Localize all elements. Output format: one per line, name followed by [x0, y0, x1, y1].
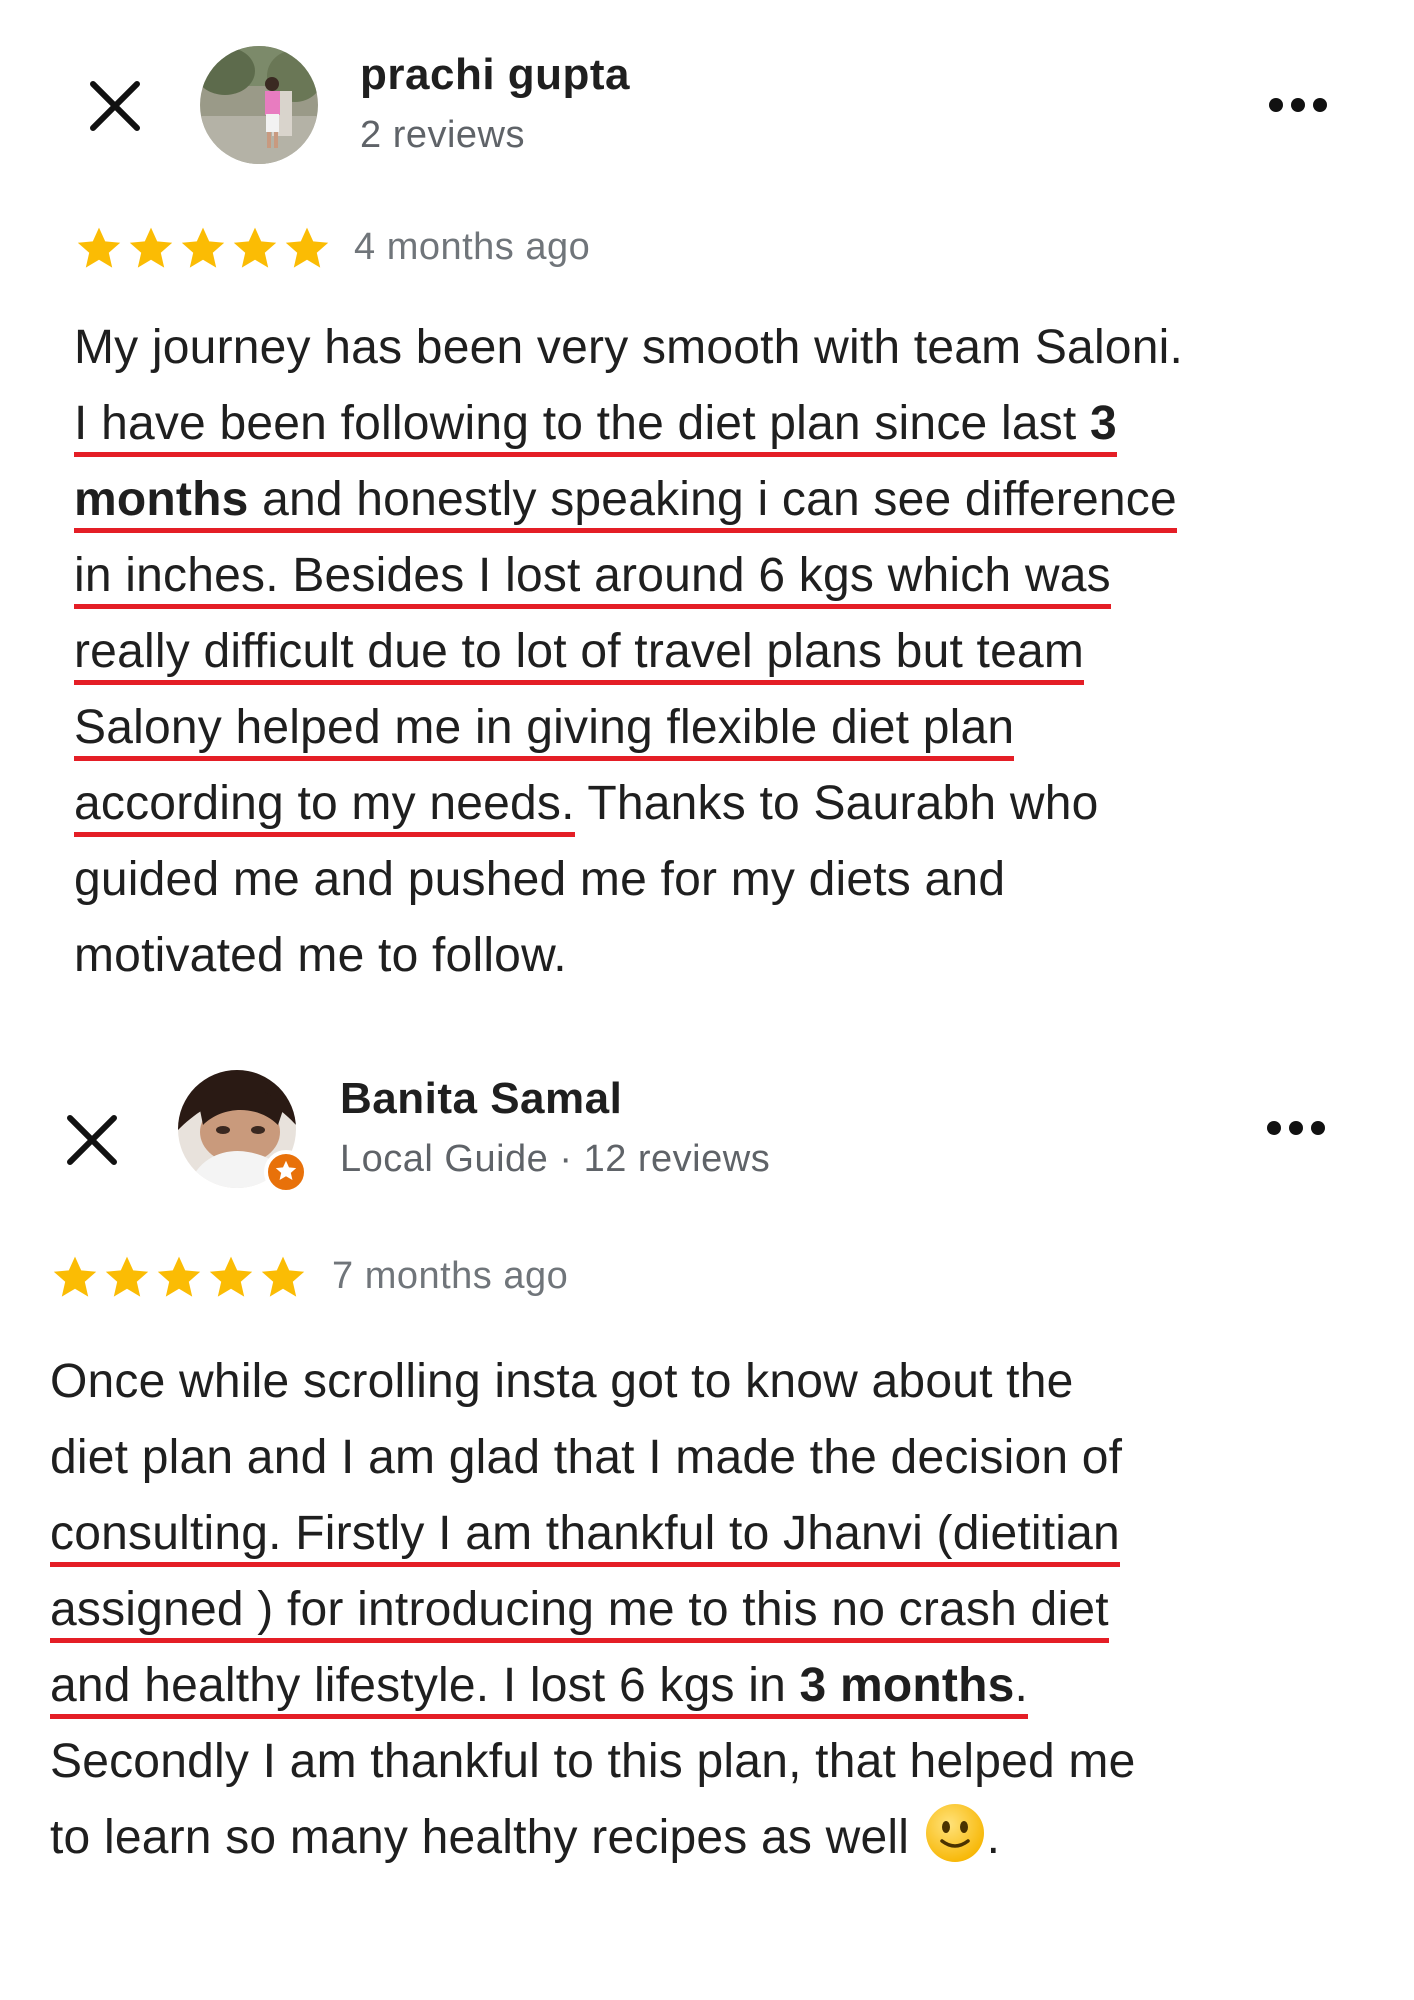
review-card: Banita Samal Local Guide · 12 reviews 7 … — [0, 1010, 1414, 2000]
review-text-line: diet plan and I am glad that I made the … — [50, 1420, 1136, 1496]
text-segment: Thanks to Saurabh who — [574, 777, 1099, 830]
avatar[interactable] — [200, 46, 318, 164]
review-text-line: consulting. Firstly I am thankful to Jha… — [50, 1496, 1136, 1572]
review-text-line: Once while scrolling insta got to know a… — [50, 1344, 1136, 1420]
star-icon — [261, 1256, 305, 1297]
review-card: prachi gupta 2 reviews 4 months ago My j… — [0, 0, 1414, 1010]
text-segment: Secondly I am thankful to this plan, tha… — [50, 1735, 1136, 1788]
reviewer-review-count[interactable]: Local Guide · 12 reviews — [340, 1138, 770, 1181]
star-icon — [209, 1256, 253, 1297]
star-icon — [53, 1256, 97, 1297]
text-segment: to learn so many healthy recipes as well — [50, 1811, 923, 1864]
text-segment: and healthy lifestyle. I lost 6 kgs in — [50, 1659, 800, 1712]
bold-text: months — [74, 473, 249, 526]
text-segment: diet plan and I am glad that I made the … — [50, 1431, 1123, 1484]
highlighted-text: assigned ) for introducing me to this no… — [50, 1583, 1109, 1643]
review-text-line: Secondly I am thankful to this plan, tha… — [50, 1724, 1136, 1800]
text-segment: . — [986, 1811, 1001, 1864]
star-icon — [233, 227, 277, 268]
text-segment: motivated me to follow. — [74, 929, 567, 982]
text-segment: My journey has been very smooth with tea… — [74, 321, 1183, 374]
review-date: 4 months ago — [354, 226, 591, 268]
review-text-line: months and honestly speaking i can see d… — [74, 462, 1183, 538]
star-icon — [285, 227, 329, 268]
highlighted-text: according to my needs. — [74, 777, 575, 837]
highlighted-text: months and honestly speaking i can see d… — [74, 473, 1177, 533]
reviewer-name[interactable]: Banita Samal — [340, 1074, 622, 1124]
star-icon — [129, 227, 173, 268]
star-icon — [105, 1256, 149, 1297]
highlighted-text: Salony helped me in giving flexible diet… — [74, 701, 1015, 761]
reviewer-name[interactable]: prachi gupta — [360, 50, 630, 100]
close-icon[interactable] — [62, 1110, 122, 1170]
review-text-line: guided me and pushed me for my diets and — [74, 842, 1183, 918]
review-text-line: Salony helped me in giving flexible diet… — [74, 690, 1183, 766]
more-options-icon[interactable] — [1264, 1113, 1328, 1143]
review-text-line: motivated me to follow. — [74, 918, 1183, 994]
close-icon[interactable] — [85, 76, 145, 136]
star-icon — [77, 227, 121, 268]
highlighted-text: in inches. Besides I lost around 6 kgs w… — [74, 549, 1111, 609]
review-text-line: really difficult due to lot of travel pl… — [74, 614, 1183, 690]
review-date: 7 months ago — [332, 1255, 569, 1297]
highlighted-text: really difficult due to lot of travel pl… — [74, 625, 1085, 685]
local-guide-badge-icon — [264, 1150, 308, 1194]
slightly-smiling-face-emoji — [923, 1801, 987, 1865]
review-text-line: to learn so many healthy recipes as well… — [50, 1800, 1136, 1876]
highlighted-text: I have been following to the diet plan s… — [74, 397, 1117, 457]
star-rating — [50, 1253, 308, 1301]
review-text-line: according to my needs. Thanks to Saurabh… — [74, 766, 1183, 842]
text-segment: and honestly speaking i can see differen… — [248, 473, 1177, 526]
text-segment: Once while scrolling insta got to know a… — [50, 1355, 1074, 1408]
avatar[interactable] — [178, 1070, 308, 1194]
highlighted-text: and healthy lifestyle. I lost 6 kgs in 3… — [50, 1659, 1029, 1719]
text-segment: . — [1014, 1659, 1029, 1712]
highlighted-text: consulting. Firstly I am thankful to Jha… — [50, 1507, 1120, 1567]
star-icon — [181, 227, 225, 268]
review-text-line: and healthy lifestyle. I lost 6 kgs in 3… — [50, 1648, 1136, 1724]
reviewer-photo — [200, 46, 318, 164]
star-icon — [157, 1256, 201, 1297]
bold-text: 3 — [1089, 397, 1117, 450]
review-text-line: I have been following to the diet plan s… — [74, 386, 1183, 462]
star-rating — [74, 224, 332, 272]
bold-text: 3 months — [799, 1659, 1015, 1712]
text-segment: I have been following to the diet plan s… — [74, 397, 1090, 450]
text-segment: guided me and pushed me for my diets and — [74, 853, 1006, 906]
reviewer-review-count[interactable]: 2 reviews — [360, 114, 525, 157]
review-text-line: assigned ) for introducing me to this no… — [50, 1572, 1136, 1648]
review-text-line: My journey has been very smooth with tea… — [74, 310, 1183, 386]
review-text-line: in inches. Besides I lost around 6 kgs w… — [74, 538, 1183, 614]
review-text: My journey has been very smooth with tea… — [74, 310, 1183, 994]
more-options-icon[interactable] — [1266, 90, 1330, 120]
review-text: Once while scrolling insta got to know a… — [50, 1344, 1136, 1876]
